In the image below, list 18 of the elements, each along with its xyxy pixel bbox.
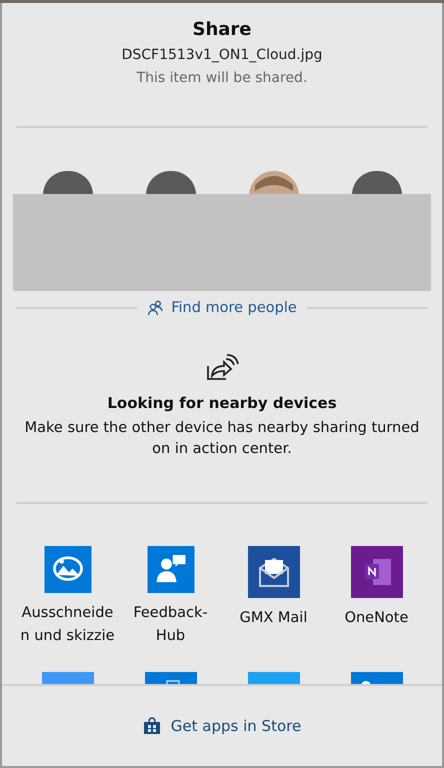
store-bag-icon — [142, 717, 161, 735]
app-label: OneNote — [344, 609, 410, 628]
people-icon — [147, 300, 164, 316]
file-name: DSCF1513v1_ON1_Cloud.jpg — [122, 47, 322, 63]
app-label: Feedback-Hub — [132, 604, 209, 646]
nearby-share-icon — [205, 352, 239, 382]
app-label: Ausschneiden und skizzie — [20, 604, 116, 646]
nearby-message: Make sure the other device has nearby sharing turned on in action center. — [24, 419, 420, 459]
contact-avatar[interactable] — [352, 171, 402, 195]
contact-avatar[interactable] — [42, 171, 92, 195]
share-title: Share — [192, 19, 252, 40]
get-apps-link[interactable]: Get apps in Store — [142, 717, 302, 735]
find-more-people-link[interactable]: Find more people — [147, 300, 297, 316]
nearby-title: Looking for nearby devices — [107, 394, 337, 412]
share-subtitle: This item will be shared. — [136, 70, 308, 86]
app-label: GMX Mail — [238, 609, 308, 628]
contact-avatar[interactable] — [146, 171, 196, 195]
contact-avatar[interactable] — [248, 171, 298, 195]
